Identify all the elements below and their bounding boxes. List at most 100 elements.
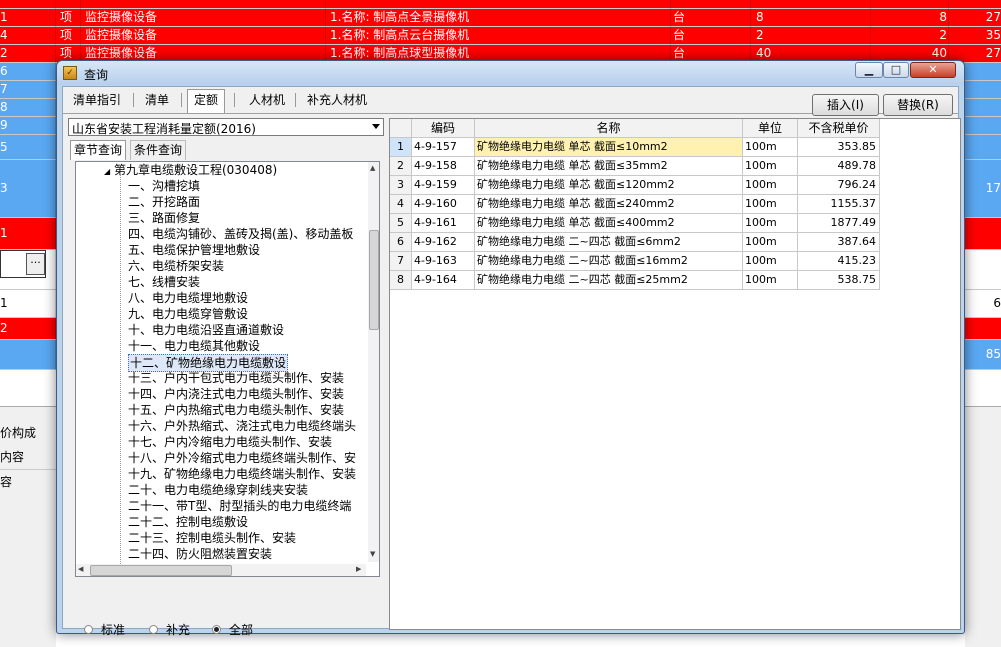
- grid-cell-unit[interactable]: 100m: [743, 138, 798, 157]
- tree-item[interactable]: 七、线槽安装: [128, 274, 200, 290]
- column-header-code[interactable]: 编码: [412, 119, 475, 138]
- grid-cell-price[interactable]: 415.23: [798, 252, 880, 271]
- grid-cell-code[interactable]: 4-9-160: [412, 195, 475, 214]
- background-edit-field[interactable]: [0, 250, 46, 278]
- grid-cell-price[interactable]: 353.85: [798, 138, 880, 157]
- tree-item[interactable]: 十九、矿物绝缘电力电缆终端头制作、安装: [128, 466, 356, 482]
- collapse-arrow-icon[interactable]: ◢: [104, 167, 110, 176]
- dialog-titlebar[interactable]: ✓ 查询 ▁ □ ✕: [57, 61, 964, 85]
- radio-icon[interactable]: [149, 625, 158, 634]
- tree-item[interactable]: 二十一、带T型、肘型插头的电力电缆终端: [128, 498, 351, 514]
- tree-item[interactable]: 二十二、控制电缆敷设: [128, 514, 248, 530]
- radio-icon[interactable]: [84, 625, 93, 634]
- tree-item[interactable]: 三、路面修复: [128, 210, 200, 226]
- tree-item[interactable]: 一、沟槽挖填: [128, 178, 200, 194]
- tab-labor-material-machine[interactable]: 人材机: [243, 90, 291, 112]
- tab-quota[interactable]: 定额: [187, 89, 226, 113]
- tree-chapter-node[interactable]: ◢ 第九章电缆敷设工程(030408): [104, 162, 277, 178]
- scroll-left-icon[interactable]: ◀: [78, 565, 83, 573]
- tree-item[interactable]: 五、电缆保护管埋地敷设: [128, 242, 260, 258]
- column-header-price[interactable]: 不含税单价: [798, 119, 880, 138]
- grid-cell-price[interactable]: 796.24: [798, 176, 880, 195]
- grid-cell-unit[interactable]: 100m: [743, 271, 798, 290]
- tree-item[interactable]: 二、开挖路面: [128, 194, 200, 210]
- tree-item[interactable]: 十七、户内冷缩电力电缆头制作、安装: [128, 434, 332, 450]
- tree-item[interactable]: 二十、电力电缆绝缘穿刺线夹安装: [128, 482, 308, 498]
- tree-item[interactable]: 二十四、防火阻燃装置安装: [128, 546, 272, 562]
- grid-cell-name[interactable]: 矿物绝缘电力电缆 单芯 截面≤400mm2: [475, 214, 743, 233]
- grid-cell-code[interactable]: 4-9-158: [412, 157, 475, 176]
- bottom-tab-cost-composition[interactable]: 价构成: [0, 424, 36, 441]
- grid-cell-price[interactable]: 387.64: [798, 233, 880, 252]
- tree-item[interactable]: 四、电缆沟铺砂、盖砖及揭(盖)、移动盖板: [128, 226, 353, 242]
- filter-standard[interactable]: 标准: [84, 622, 125, 638]
- background-row[interactable]: [0, 0, 1001, 9]
- subtab-condition-query[interactable]: 条件查询: [130, 140, 187, 160]
- tree-item[interactable]: 十五、户内热缩式电力电缆头制作、安装: [128, 402, 344, 418]
- tree-item[interactable]: 九、电力电缆穿管敷设: [128, 306, 248, 322]
- h-scroll-thumb[interactable]: [90, 565, 232, 576]
- grid-cell-price[interactable]: 1877.49: [798, 214, 880, 233]
- tree-item[interactable]: 十六、户外热缩式、浇注式电力电缆终端头: [128, 418, 356, 434]
- tab-supplementary-lmm[interactable]: 补充人材机: [301, 90, 373, 112]
- grid-cell-name[interactable]: 矿物绝缘电力电缆 单芯 截面≤35mm2: [475, 157, 743, 176]
- grid-cell-name[interactable]: 矿物绝缘电力电缆 单芯 截面≤10mm2: [475, 138, 743, 157]
- background-row[interactable]: 4 项监控摄像设备 1.名称: 制高点云台摄像机 台 2 2 35: [0, 27, 1001, 45]
- grid-cell-unit[interactable]: 100m: [743, 195, 798, 214]
- tree-item[interactable]: 十三、户内干包式电力电缆头制作、安装: [128, 370, 344, 386]
- grid-cell-unit[interactable]: 100m: [743, 214, 798, 233]
- grid-cell-n[interactable]: 2: [390, 157, 412, 176]
- grid-cell-n[interactable]: 8: [390, 271, 412, 290]
- grid-cell-price[interactable]: 489.78: [798, 157, 880, 176]
- grid-cell-name[interactable]: 矿物绝缘电力电缆 二~四芯 截面≤6mm2: [475, 233, 743, 252]
- grid-cell-n[interactable]: 3: [390, 176, 412, 195]
- tree-item[interactable]: 八、电力电缆埋地敷设: [128, 290, 248, 306]
- maximize-button[interactable]: □: [883, 62, 909, 78]
- scroll-thumb[interactable]: [369, 230, 379, 330]
- radio-selected-icon[interactable]: [212, 625, 221, 634]
- grid-cell-n[interactable]: 7: [390, 252, 412, 271]
- grid-cell-unit[interactable]: 100m: [743, 176, 798, 195]
- grid-cell-n[interactable]: 5: [390, 214, 412, 233]
- grid-cell-unit[interactable]: 100m: [743, 252, 798, 271]
- quota-grid[interactable]: 编码 名称 单位 不含税单价 1 4-9-157 矿物绝缘电力电缆 单芯 截面≤10…: [389, 118, 961, 630]
- grid-cell-name[interactable]: 矿物绝缘电力电缆 二~四芯 截面≤25mm2: [475, 271, 743, 290]
- quota-library-select[interactable]: 山东省安装工程消耗量定额(2016): [68, 118, 384, 136]
- close-button[interactable]: ✕: [910, 62, 956, 78]
- grid-cell-unit[interactable]: 100m: [743, 157, 798, 176]
- subtab-chapter-query[interactable]: 章节查询: [70, 140, 127, 160]
- tree-vertical-scrollbar[interactable]: ▲ ▼: [368, 162, 379, 562]
- grid-cell-unit[interactable]: 100m: [743, 233, 798, 252]
- dropdown-arrow-icon[interactable]: [372, 124, 380, 129]
- grid-cell-code[interactable]: 4-9-164: [412, 271, 475, 290]
- tree-item[interactable]: 十四、户内浇注式电力电缆头制作、安装: [128, 386, 344, 402]
- grid-cell-code[interactable]: 4-9-161: [412, 214, 475, 233]
- grid-cell-n[interactable]: 4: [390, 195, 412, 214]
- insert-button[interactable]: 插入(I): [812, 94, 879, 116]
- grid-cell-n[interactable]: 1: [390, 138, 412, 157]
- filter-all[interactable]: 全部: [212, 622, 253, 638]
- chapter-tree[interactable]: ◢ 第九章电缆敷设工程(030408) 一、沟槽挖填 二、开挖路面 三、路面修复 四、…: [75, 161, 380, 577]
- minimize-button[interactable]: ▁: [855, 62, 883, 78]
- grid-cell-n[interactable]: 6: [390, 233, 412, 252]
- tab-bill[interactable]: 清单: [139, 90, 175, 112]
- replace-button[interactable]: 替换(R): [883, 94, 953, 116]
- tab-bill-guide[interactable]: 清单指引: [67, 90, 127, 112]
- grid-cell-name[interactable]: 矿物绝缘电力电缆 二~四芯 截面≤16mm2: [475, 252, 743, 271]
- scroll-up-icon[interactable]: ▲: [370, 164, 375, 172]
- tree-item[interactable]: 六、电缆桥架安装: [128, 258, 224, 274]
- scroll-right-icon[interactable]: ▶: [356, 565, 361, 573]
- tree-item[interactable]: 十、电力电缆沿竖直通道敷设: [128, 322, 284, 338]
- tree-item[interactable]: 十一、电力电缆其他敷设: [128, 338, 260, 354]
- bottom-tab-content-2[interactable]: 容: [0, 473, 12, 490]
- background-row[interactable]: 1 项监控摄像设备 1.名称: 制高点全景摄像机 台 8 8 27: [0, 9, 1001, 27]
- scroll-down-icon[interactable]: ▼: [370, 550, 375, 558]
- column-header-unit[interactable]: 单位: [743, 119, 798, 138]
- tree-item[interactable]: 二十三、控制电缆头制作、安装: [128, 530, 296, 546]
- grid-cell-code[interactable]: 4-9-157: [412, 138, 475, 157]
- grid-cell-code[interactable]: 4-9-163: [412, 252, 475, 271]
- grid-cell-name[interactable]: 矿物绝缘电力电缆 单芯 截面≤240mm2: [475, 195, 743, 214]
- grid-cell-code[interactable]: 4-9-162: [412, 233, 475, 252]
- grid-cell-code[interactable]: 4-9-159: [412, 176, 475, 195]
- bottom-tab-content[interactable]: 内容: [0, 448, 24, 465]
